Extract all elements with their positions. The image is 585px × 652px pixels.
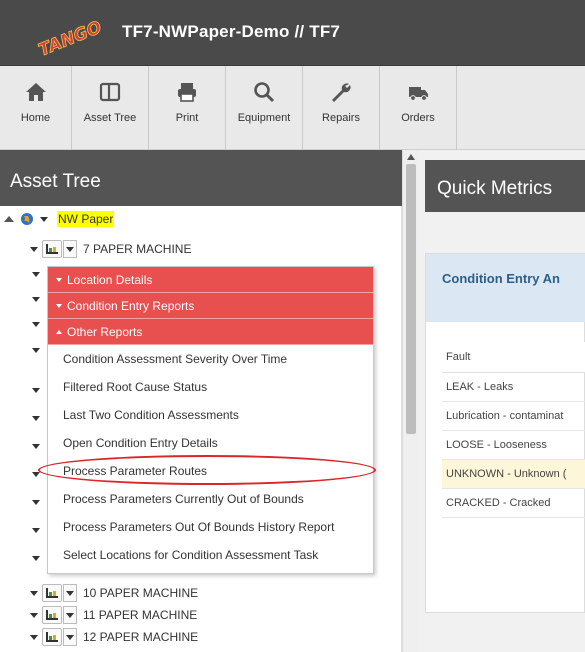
menu-item-condition-assessment-severity[interactable]: Condition Assessment Severity Over Time bbox=[48, 345, 373, 373]
node-menu-button[interactable] bbox=[63, 584, 77, 602]
scroll-thumb[interactable] bbox=[406, 164, 416, 434]
quick-metrics-title: Quick Metrics bbox=[425, 160, 585, 212]
table-header-fault[interactable]: Fault bbox=[442, 342, 585, 373]
equipment-button[interactable]: Equipment bbox=[226, 66, 303, 150]
expand-toggle-icon[interactable] bbox=[30, 590, 38, 596]
machine-icon bbox=[42, 628, 62, 646]
globe-icon bbox=[18, 210, 36, 228]
home-button[interactable]: Home bbox=[0, 66, 72, 150]
node-label: 7 PAPER MACHINE bbox=[83, 242, 192, 256]
expand-toggle-icon[interactable] bbox=[30, 612, 38, 618]
hidden-node-toggle-icon[interactable] bbox=[32, 348, 40, 353]
menu-item-open-condition-entry[interactable]: Open Condition Entry Details bbox=[48, 429, 373, 457]
tree-node-12-paper-machine[interactable]: 12 PAPER MACHINE bbox=[30, 628, 198, 646]
home-label: Home bbox=[20, 112, 51, 124]
menu-item-last-two-assessments[interactable]: Last Two Condition Assessments bbox=[48, 401, 373, 429]
menu-item-select-locations[interactable]: Select Locations for Condition Assessmen… bbox=[48, 541, 373, 569]
asset-tree-icon bbox=[99, 82, 121, 102]
menu-section-label: Condition Entry Reports bbox=[67, 298, 195, 313]
caret-down-icon bbox=[56, 277, 62, 282]
table-row[interactable]: UNKNOWN - Unknown ( bbox=[442, 460, 585, 489]
home-icon bbox=[25, 83, 46, 101]
tree-node-11-paper-machine[interactable]: 11 PAPER MACHINE bbox=[30, 606, 197, 624]
menu-section-label: Location Details bbox=[67, 272, 153, 287]
node-label: 11 PAPER MACHINE bbox=[83, 608, 198, 622]
menu-section-location-details[interactable]: Location Details bbox=[48, 267, 373, 293]
asset-tree-title: Asset Tree bbox=[0, 150, 402, 206]
orders-button[interactable]: Orders bbox=[380, 66, 457, 150]
node-menu-button[interactable] bbox=[63, 240, 77, 258]
caret-up-icon bbox=[56, 329, 62, 334]
svg-text:TANGO: TANGO bbox=[36, 17, 105, 56]
hidden-node-toggle-icon[interactable] bbox=[32, 556, 40, 561]
print-button[interactable]: Print bbox=[149, 66, 226, 150]
orders-label: Orders bbox=[401, 112, 435, 124]
fault-table: Fault LEAK - Leaks Lubrication - contami… bbox=[442, 342, 585, 518]
tree-node-10-paper-machine[interactable]: 10 PAPER MACHINE bbox=[30, 584, 198, 602]
menu-item-out-of-bounds-history[interactable]: Process Parameters Out Of Bounds History… bbox=[48, 513, 373, 541]
machine-icon bbox=[42, 584, 62, 602]
menu-section-other-reports[interactable]: Other Reports bbox=[48, 319, 373, 345]
hidden-node-toggle-icon[interactable] bbox=[32, 272, 40, 277]
hidden-node-toggle-icon[interactable] bbox=[32, 297, 40, 302]
asset-tree-button[interactable]: Asset Tree bbox=[72, 66, 149, 150]
machine-icon bbox=[42, 606, 62, 624]
table-row[interactable]: LOOSE - Looseness bbox=[442, 431, 585, 460]
search-icon bbox=[254, 82, 275, 103]
node-label: 10 PAPER MACHINE bbox=[83, 586, 199, 600]
hidden-node-toggle-icon[interactable] bbox=[32, 500, 40, 505]
table-row[interactable]: CRACKED - Cracked bbox=[442, 489, 585, 518]
collapse-toggle-icon[interactable] bbox=[30, 246, 38, 252]
card-title: Condition Entry An bbox=[426, 254, 585, 322]
expand-toggle-icon[interactable] bbox=[4, 216, 14, 222]
asset-tree-scrollbar[interactable] bbox=[402, 150, 419, 652]
menu-item-process-parameter-routes[interactable]: Process Parameter Routes bbox=[48, 457, 373, 485]
menu-section-label: Other Reports bbox=[67, 324, 143, 339]
print-icon bbox=[178, 83, 196, 102]
hidden-node-toggle-icon[interactable] bbox=[32, 322, 40, 327]
repairs-label: Repairs bbox=[322, 112, 360, 124]
condition-entry-card: Condition Entry An Fault LEAK - Leaks Lu… bbox=[425, 253, 585, 613]
node-context-menu: Location Details Condition Entry Reports… bbox=[47, 266, 374, 574]
app-header: TANGO TF7-NWPaper-Demo // TF7 bbox=[0, 0, 585, 66]
hidden-node-toggle-icon[interactable] bbox=[32, 528, 40, 533]
wrench-icon bbox=[332, 83, 351, 102]
node-label: 12 PAPER MACHINE bbox=[83, 630, 199, 644]
hidden-node-toggle-icon[interactable] bbox=[32, 472, 40, 477]
caret-down-icon bbox=[56, 303, 62, 308]
quick-metrics-panel: Quick Metrics Condition Entry An Fault L… bbox=[419, 150, 585, 652]
chevron-down-icon[interactable] bbox=[37, 210, 51, 228]
root-node-label: NW Paper bbox=[57, 211, 115, 227]
app-title: TF7-NWPaper-Demo // TF7 bbox=[122, 22, 341, 41]
equipment-label: Equipment bbox=[237, 112, 291, 124]
node-menu-button[interactable] bbox=[63, 606, 77, 624]
expand-toggle-icon[interactable] bbox=[30, 634, 38, 640]
machine-icon bbox=[42, 240, 62, 258]
truck-icon bbox=[409, 87, 428, 101]
hidden-node-toggle-icon[interactable] bbox=[32, 416, 40, 421]
table-row[interactable]: LEAK - Leaks bbox=[442, 373, 585, 402]
tree-node-root[interactable]: NW Paper bbox=[4, 210, 115, 228]
menu-item-process-parameters-out-of-bounds[interactable]: Process Parameters Currently Out of Boun… bbox=[48, 485, 373, 513]
main-toolbar: Home Asset Tree Print Equipment Repairs … bbox=[0, 66, 585, 150]
print-label: Print bbox=[175, 112, 199, 124]
repairs-button[interactable]: Repairs bbox=[303, 66, 380, 150]
menu-section-condition-entry-reports[interactable]: Condition Entry Reports bbox=[48, 293, 373, 319]
menu-item-filtered-root-cause[interactable]: Filtered Root Cause Status bbox=[48, 373, 373, 401]
tango-logo[interactable]: TANGO bbox=[30, 16, 110, 61]
scroll-up-icon[interactable] bbox=[407, 154, 415, 160]
table-row[interactable]: Lubrication - contaminat bbox=[442, 402, 585, 431]
hidden-node-toggle-icon[interactable] bbox=[32, 444, 40, 449]
asset-tree-label: Asset Tree bbox=[83, 112, 137, 124]
hidden-node-toggle-icon[interactable] bbox=[32, 388, 40, 393]
node-menu-button[interactable] bbox=[63, 628, 77, 646]
tree-node-7-paper-machine[interactable]: 7 PAPER MACHINE bbox=[30, 240, 191, 258]
